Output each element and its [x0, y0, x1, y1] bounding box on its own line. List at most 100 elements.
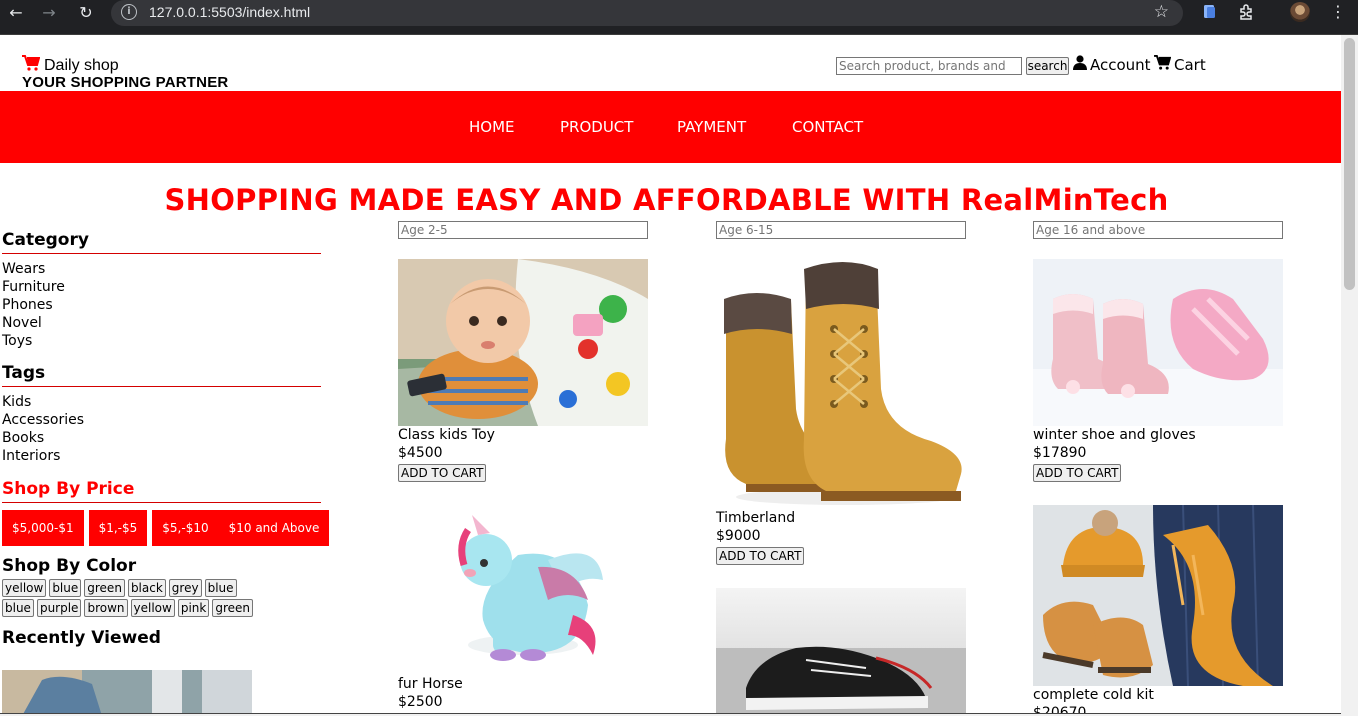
- cart-link[interactable]: Cart: [1154, 55, 1206, 74]
- product-image[interactable]: [1033, 259, 1283, 426]
- color-button[interactable]: blue: [49, 579, 82, 597]
- reload-icon[interactable]: ↻: [76, 3, 96, 23]
- color-button[interactable]: grey: [168, 579, 202, 597]
- main-nav: HOME PRODUCT PAYMENT CONTACT: [0, 91, 1341, 163]
- product-price: $4500: [398, 445, 443, 461]
- nav-contact[interactable]: CONTACT: [792, 118, 863, 136]
- cart-label: Cart: [1174, 55, 1206, 74]
- add-to-cart-button[interactable]: ADD TO CART: [1033, 464, 1122, 482]
- extensions-puzzle-icon[interactable]: [1237, 3, 1255, 21]
- color-button[interactable]: pink: [177, 599, 210, 617]
- search-input[interactable]: [836, 57, 1022, 75]
- price-divider: [2, 502, 321, 503]
- add-to-cart-button[interactable]: ADD TO CART: [398, 464, 487, 482]
- category-section: Category Wears Furniture Phones Novel To…: [2, 230, 322, 350]
- price-section: Shop By Price: [2, 479, 322, 503]
- price-title: Shop By Price: [2, 479, 135, 499]
- product-price: $9000: [716, 528, 761, 544]
- back-icon[interactable]: ←: [6, 3, 26, 23]
- age-filter-input[interactable]: [716, 221, 966, 239]
- product-name[interactable]: winter shoe and gloves: [1033, 426, 1283, 444]
- tag-item[interactable]: Accessories: [2, 411, 322, 429]
- category-title: Category: [2, 230, 89, 250]
- product-image[interactable]: [398, 505, 648, 675]
- brand-name: Daily shop: [44, 56, 119, 74]
- product-image[interactable]: [716, 588, 966, 716]
- nav-product[interactable]: PRODUCT: [560, 118, 633, 136]
- browser-toolbar: ← → ↻ i 127.0.0.1:5503/index.html ☆ ⋮: [0, 0, 1358, 35]
- user-icon: [1073, 55, 1087, 74]
- color-button[interactable]: yellow: [2, 579, 47, 597]
- nav-payment[interactable]: PAYMENT: [677, 118, 746, 136]
- product-card: fur Horse $2500 ADD TO CART: [398, 505, 648, 716]
- tag-item[interactable]: Kids: [2, 393, 322, 411]
- address-bar[interactable]: i 127.0.0.1:5503/index.html ☆: [111, 0, 1183, 26]
- tags-section: Tags Kids Accessories Books Interiors: [2, 363, 322, 465]
- forward-icon[interactable]: →: [39, 3, 59, 23]
- add-to-cart-button[interactable]: ADD TO CART: [716, 547, 805, 565]
- profile-avatar[interactable]: [1290, 2, 1310, 22]
- tag-item[interactable]: Books: [2, 429, 322, 447]
- product-image[interactable]: [398, 259, 648, 426]
- price-buttons: $5,000-$1 $1,-$5 $5,-$10 $10 and Above: [2, 510, 330, 546]
- product-card: winter shoe and gloves $17890 ADD TO CAR…: [1033, 259, 1283, 482]
- product-card: [716, 588, 966, 716]
- cart-icon: [1154, 55, 1172, 74]
- recent-title: Recently Viewed: [2, 628, 161, 648]
- bookmark-star-icon[interactable]: ☆: [1154, 2, 1169, 22]
- color-button[interactable]: brown: [84, 599, 128, 617]
- product-name[interactable]: fur Horse: [398, 675, 648, 693]
- color-button[interactable]: black: [127, 579, 166, 597]
- search-button[interactable]: search: [1026, 57, 1069, 75]
- color-button[interactable]: green: [212, 599, 254, 617]
- category-item[interactable]: Furniture: [2, 278, 322, 296]
- color-button[interactable]: purple: [36, 599, 82, 617]
- tags-divider: [2, 386, 321, 387]
- age-filter-input[interactable]: [1033, 221, 1283, 239]
- category-item[interactable]: Toys: [2, 332, 322, 350]
- color-button[interactable]: green: [84, 579, 125, 597]
- brand-tagline: YOUR SHOPPING PARTNER: [22, 74, 229, 91]
- scrollbar-thumb[interactable]: [1344, 38, 1355, 290]
- product-image[interactable]: [1033, 505, 1283, 686]
- color-button[interactable]: blue: [2, 599, 34, 617]
- product-image[interactable]: [716, 259, 966, 509]
- category-item[interactable]: Phones: [2, 296, 322, 314]
- price-button[interactable]: $5,-$10: [162, 510, 208, 546]
- color-title: Shop By Color: [2, 556, 137, 576]
- category-item[interactable]: Wears: [2, 260, 322, 278]
- age-filter-input[interactable]: [398, 221, 648, 239]
- site-info-icon[interactable]: i: [121, 4, 137, 20]
- product-card: complete cold kit $20670: [1033, 505, 1283, 716]
- extension-icon[interactable]: [1201, 3, 1219, 21]
- page-headline: SHOPPING MADE EASY AND AFFORDABLE WITH R…: [164, 183, 1169, 217]
- browser-menu-icon[interactable]: ⋮: [1330, 2, 1346, 21]
- product-name[interactable]: Class kids Toy: [398, 426, 648, 444]
- price-button[interactable]: $10 and Above: [229, 510, 320, 546]
- category-item[interactable]: Novel: [2, 314, 322, 332]
- product-price: $2500: [398, 694, 443, 710]
- product-name[interactable]: Timberland: [716, 509, 966, 527]
- product-name[interactable]: complete cold kit: [1033, 686, 1283, 704]
- cart-logo-icon: [22, 55, 41, 76]
- recent-section: Recently Viewed: [2, 628, 322, 648]
- account-link[interactable]: Account: [1073, 55, 1151, 74]
- product-price: $17890: [1033, 445, 1087, 461]
- nav-home[interactable]: HOME: [469, 118, 515, 136]
- account-label: Account: [1090, 55, 1151, 74]
- color-button[interactable]: yellow: [130, 599, 175, 617]
- tag-item[interactable]: Interiors: [2, 447, 322, 465]
- address-url: 127.0.0.1:5503/index.html: [149, 4, 311, 20]
- price-button-group: $5,-$10 $10 and Above: [152, 510, 330, 546]
- price-button[interactable]: $1,-$5: [88, 510, 148, 546]
- tags-title: Tags: [2, 363, 46, 383]
- category-divider: [2, 253, 321, 254]
- color-section: Shop By Color: [2, 556, 322, 576]
- recent-item-image[interactable]: [2, 670, 252, 716]
- price-button[interactable]: $5,000-$1: [2, 510, 84, 546]
- vertical-scrollbar[interactable]: [1341, 35, 1358, 716]
- color-buttons: yellow blue green black grey blue blue p…: [2, 579, 262, 617]
- product-card: Class kids Toy $4500 ADD TO CART: [398, 259, 648, 482]
- color-button[interactable]: blue: [204, 579, 237, 597]
- brand-block[interactable]: Daily shop YOUR SHOPPING PARTNER: [22, 55, 228, 91]
